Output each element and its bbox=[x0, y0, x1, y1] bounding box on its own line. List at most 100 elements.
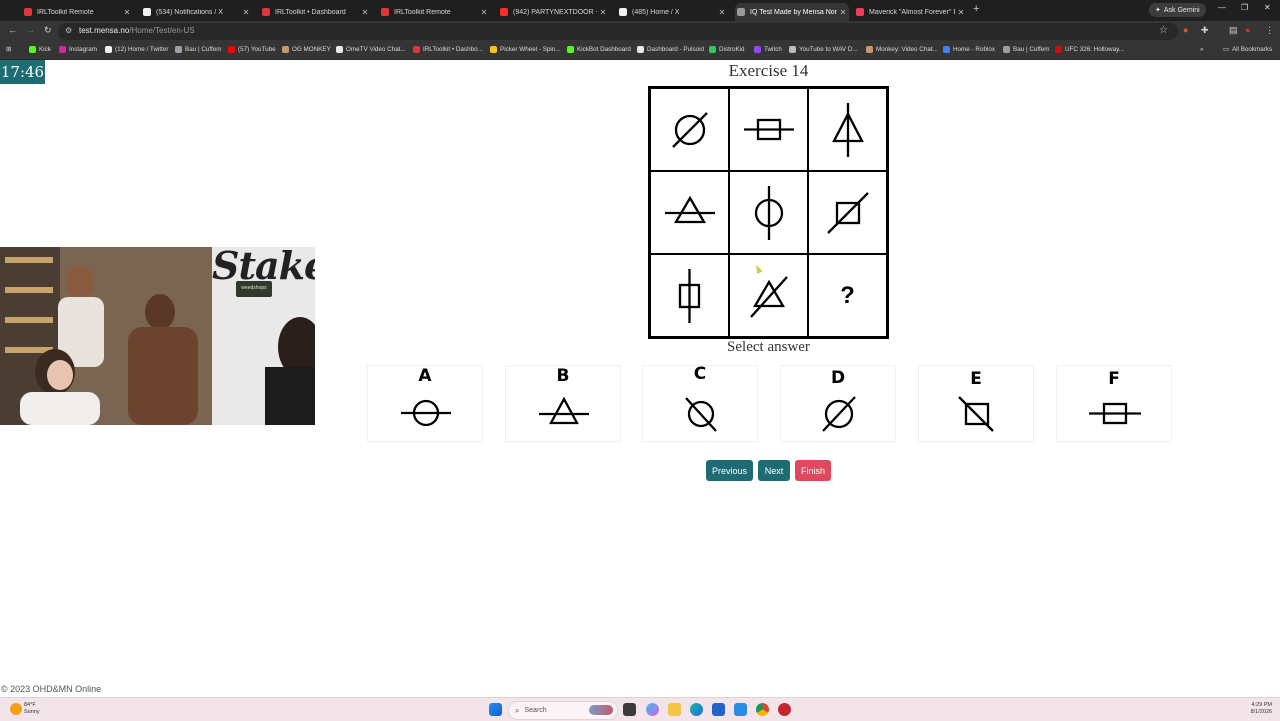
ask-gemini-button[interactable]: ✦ Ask Gemini bbox=[1149, 3, 1206, 17]
copilot-icon[interactable] bbox=[646, 703, 659, 716]
bookmark-item[interactable]: KickBot Dashboard bbox=[567, 46, 631, 53]
url-text[interactable]: test.mensa.no/Home/Test/en-US bbox=[79, 26, 195, 35]
browser-tab[interactable]: (485) Home / X ✕ bbox=[617, 3, 728, 21]
bookmark-item[interactable]: Bau | Cuffem bbox=[175, 46, 222, 53]
new-tab-button[interactable]: + bbox=[973, 3, 979, 15]
answer-option-e[interactable]: E bbox=[918, 365, 1034, 442]
finish-button[interactable]: Finish bbox=[795, 460, 831, 481]
tab-favicon-icon bbox=[24, 8, 32, 16]
bookmark-favicon-icon bbox=[1003, 46, 1010, 53]
search-placeholder: Search bbox=[524, 707, 547, 714]
store-icon[interactable] bbox=[712, 703, 725, 716]
close-icon[interactable]: ✕ bbox=[240, 8, 252, 17]
answer-option-b[interactable]: B bbox=[505, 365, 621, 442]
answer-option-d[interactable]: D bbox=[780, 365, 896, 442]
bookmark-favicon-icon bbox=[29, 46, 36, 53]
app-icon[interactable] bbox=[778, 703, 791, 716]
bookmark-item[interactable]: Picker Wheel - Spin... bbox=[490, 46, 561, 53]
minimize-button[interactable]: — bbox=[1218, 3, 1226, 12]
browser-tab[interactable]: IRLToolkit Remote ✕ bbox=[22, 3, 133, 21]
apps-icon[interactable]: ⊞ bbox=[6, 46, 11, 53]
browser-tab[interactable]: Maverick "Almost Forever" EP ✕ bbox=[854, 3, 967, 21]
bookmark-item[interactable]: Twitch bbox=[754, 46, 782, 53]
matrix-cell bbox=[650, 88, 729, 171]
browser-tab-strip: IRLToolkit Remote ✕ (534) Notifications … bbox=[0, 0, 1280, 21]
triangle-horizontal-line-figure-icon bbox=[539, 396, 589, 425]
next-button[interactable]: Next bbox=[758, 460, 790, 481]
tab-label: IRLToolkit Remote bbox=[394, 8, 451, 16]
reload-icon[interactable]: ↻ bbox=[44, 25, 52, 36]
photos-icon[interactable] bbox=[734, 703, 747, 716]
browser-tab-active[interactable]: IQ Test Made by Mensa Norwa ✕ bbox=[735, 3, 849, 21]
file-explorer-icon[interactable] bbox=[668, 703, 681, 716]
weather-sun-icon[interactable] bbox=[10, 703, 22, 715]
close-icon[interactable]: ✕ bbox=[837, 8, 849, 17]
close-icon[interactable]: ✕ bbox=[597, 8, 609, 17]
bookmark-item[interactable]: OmeTV Video Chat... bbox=[336, 46, 406, 53]
chrome-icon[interactable] bbox=[756, 703, 769, 716]
windows-taskbar: 84°F Sunny ⌕ Search 4:29 PM 8/1/2026 bbox=[0, 697, 1280, 721]
bookmark-item[interactable]: Home - Roblox bbox=[943, 46, 995, 53]
matrix-cell bbox=[729, 171, 808, 254]
bookmark-item[interactable]: Bau | Cuffem bbox=[1003, 46, 1050, 53]
bookmark-item[interactable]: (57) YouTube bbox=[228, 46, 276, 53]
close-icon[interactable]: ✕ bbox=[478, 8, 490, 17]
bookmark-item[interactable]: (12) Home / Twitter bbox=[105, 46, 168, 53]
answer-option-a[interactable]: A bbox=[367, 365, 483, 442]
bookmark-item[interactable]: UFC 326: Holloway... bbox=[1055, 46, 1124, 53]
search-highlight-icon bbox=[589, 705, 613, 715]
bookmark-item[interactable]: Kick bbox=[29, 46, 51, 53]
more-bookmarks-chevron-icon[interactable]: » bbox=[1200, 46, 1204, 53]
option-letter: E bbox=[970, 369, 982, 389]
task-view-icon[interactable] bbox=[623, 703, 636, 716]
system-clock[interactable]: 4:29 PM 8/1/2026 bbox=[1238, 702, 1272, 716]
bookmark-label: (12) Home / Twitter bbox=[115, 46, 169, 53]
close-icon[interactable]: ✕ bbox=[716, 8, 728, 17]
search-icon: ⌕ bbox=[515, 705, 520, 715]
bookmark-label: Bau | Cuffem bbox=[185, 46, 222, 53]
bookmark-item[interactable]: Monkey: Video Chat... bbox=[866, 46, 938, 53]
close-icon[interactable]: ✕ bbox=[121, 8, 133, 17]
sidebar-icon[interactable]: ▤ bbox=[1229, 25, 1238, 36]
menu-icon[interactable]: ⋮ bbox=[1265, 25, 1274, 36]
extension-icon[interactable]: ● bbox=[1183, 25, 1188, 35]
maximize-button[interactable]: ❐ bbox=[1241, 3, 1248, 12]
square-slash-figure-icon bbox=[826, 191, 869, 234]
answer-option-f[interactable]: F bbox=[1056, 365, 1172, 442]
bookmark-label: DistroKid bbox=[719, 46, 745, 53]
bookmark-item[interactable]: Dashboard - Pulsoid bbox=[637, 46, 704, 53]
browser-tab[interactable]: IRLToolkit • Dashboard ✕ bbox=[260, 3, 371, 21]
site-info-icon[interactable]: ⚙ bbox=[65, 26, 72, 35]
matrix-cell bbox=[650, 171, 729, 254]
close-icon[interactable]: ✕ bbox=[359, 8, 371, 17]
window-close-button[interactable]: ✕ bbox=[1264, 3, 1271, 12]
browser-tab[interactable]: (534) Notifications / X ✕ bbox=[141, 3, 252, 21]
previous-button[interactable]: Previous bbox=[706, 460, 753, 481]
back-icon[interactable]: ← bbox=[8, 25, 17, 35]
bookmark-favicon-icon bbox=[789, 46, 796, 53]
bookmark-item[interactable]: YouTube to WAV D... bbox=[789, 46, 858, 53]
select-answer-label: Select answer bbox=[727, 339, 810, 355]
bookmark-item[interactable]: IRLToolkit • Dashbo... bbox=[413, 46, 483, 53]
bookmark-item[interactable]: DistroKid bbox=[709, 46, 745, 53]
browser-tab[interactable]: (942) PARTYNEXTDOOR - Only ✕ bbox=[498, 3, 609, 21]
close-icon[interactable]: ✕ bbox=[955, 8, 967, 17]
bookmark-label: KickBot Dashboard bbox=[577, 46, 631, 53]
answer-option-c[interactable]: C bbox=[642, 364, 758, 442]
bookmark-item[interactable]: Instagram bbox=[59, 46, 97, 53]
bookmark-item[interactable]: OG MONKEY bbox=[282, 46, 331, 53]
address-bar[interactable]: ⚙ test.mensa.no/Home/Test/en-US ☆ bbox=[58, 23, 1178, 40]
taskbar-search[interactable]: ⌕ Search bbox=[508, 701, 618, 720]
weather-widget[interactable]: 84°F Sunny bbox=[24, 702, 40, 716]
square-horizontal-line-figure-icon bbox=[743, 118, 794, 140]
forward-icon[interactable]: → bbox=[26, 25, 35, 35]
all-bookmarks-button[interactable]: ▭ All Bookmarks bbox=[1223, 46, 1272, 53]
bookmarks-bar: ⊞ Kick Instagram (12) Home / Twitter Bau… bbox=[0, 42, 1280, 60]
windows-start-icon[interactable] bbox=[489, 703, 502, 716]
profile-avatar-icon[interactable]: ● bbox=[1245, 25, 1250, 35]
tab-favicon-icon bbox=[856, 8, 864, 16]
browser-tab[interactable]: IRLToolkit Remote ✕ bbox=[379, 3, 490, 21]
edge-icon[interactable] bbox=[690, 703, 703, 716]
extensions-puzzle-icon[interactable]: ✚ bbox=[1201, 25, 1209, 36]
bookmark-star-icon[interactable]: ☆ bbox=[1159, 25, 1168, 36]
